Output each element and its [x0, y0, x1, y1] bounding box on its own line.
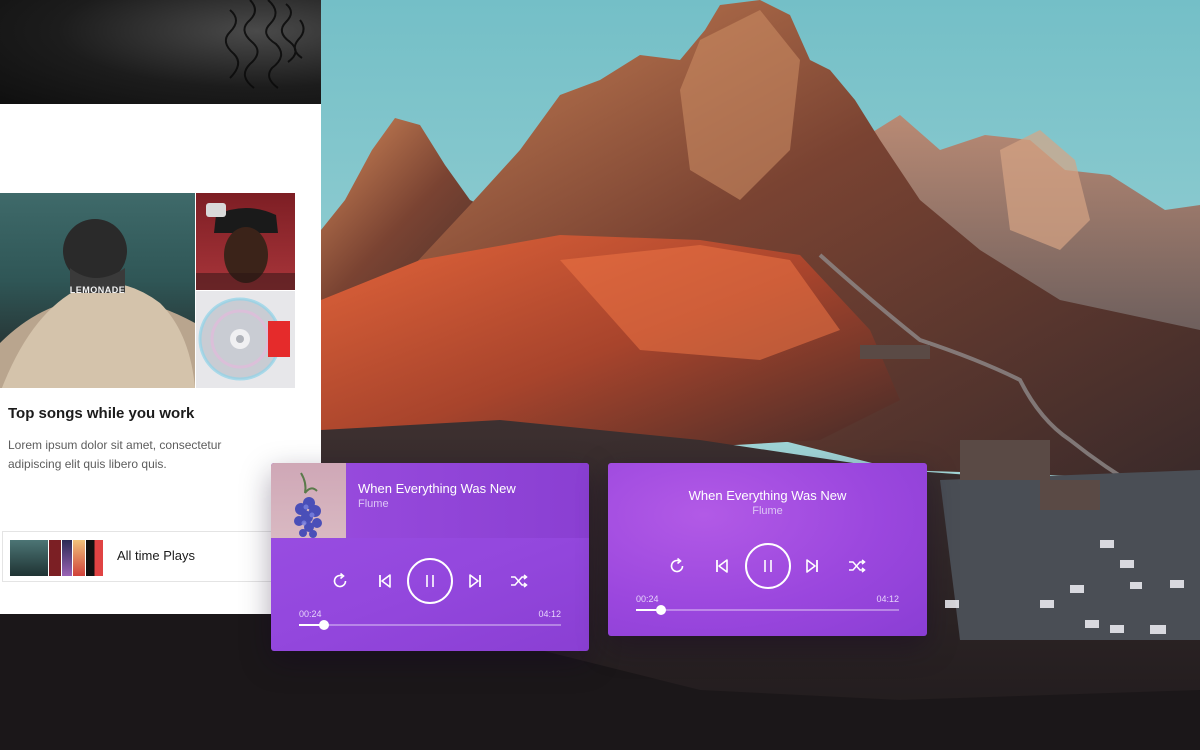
album-cover-yeezus[interactable] [196, 291, 295, 388]
progress-bar[interactable] [636, 605, 899, 615]
repeat-icon[interactable] [667, 556, 687, 576]
previous-icon[interactable] [712, 556, 732, 576]
progress-handle[interactable] [656, 605, 666, 615]
player-header: When Everything Was New Flume [271, 463, 589, 538]
song-title: When Everything Was New [358, 481, 516, 496]
pause-icon [764, 560, 772, 572]
thumb-jayz [49, 540, 61, 576]
shuffle-icon[interactable] [847, 556, 867, 576]
progress-handle[interactable] [319, 620, 329, 630]
pause-button[interactable] [407, 558, 453, 604]
total-duration: 04:12 [538, 609, 561, 619]
thumb-sunset-album [73, 540, 85, 576]
next-icon[interactable] [802, 556, 822, 576]
pause-button[interactable] [745, 543, 791, 589]
elapsed-time: 00:24 [636, 594, 659, 604]
cover-art [271, 463, 346, 538]
playback-controls [271, 558, 589, 604]
plays-thumbnails [10, 540, 103, 576]
music-player-with-cover: When Everything Was New Flume 00:24 04:1… [271, 463, 589, 651]
repeat-icon[interactable] [330, 571, 350, 591]
header-photo [0, 0, 321, 104]
artist-name: Flume [358, 498, 389, 510]
shuffle-icon[interactable] [509, 571, 529, 591]
thumb-red-album [86, 540, 103, 576]
album-cover-lemonade[interactable]: LEMONADE [0, 193, 195, 388]
album-cover-jayz[interactable] [196, 193, 295, 290]
album-title-lemonade: LEMONADE [69, 285, 126, 295]
pause-icon [426, 575, 434, 587]
progress-bar[interactable] [299, 620, 561, 630]
elapsed-time: 00:24 [299, 609, 322, 619]
music-player-compact: When Everything Was New Flume 00:24 04:1… [608, 463, 927, 636]
artist-name: Flume [752, 505, 783, 517]
playback-controls [608, 543, 927, 589]
next-icon[interactable] [465, 571, 485, 591]
playlist-description: Lorem ipsum dolor sit amet, consectetur … [8, 438, 222, 471]
album-collage: LEMONADE [0, 193, 295, 388]
playlist-title: Top songs while you work [8, 405, 195, 422]
all-time-plays-label: All time Plays [117, 548, 196, 563]
total-duration: 04:12 [876, 594, 899, 604]
thumb-lemonade [10, 540, 48, 576]
song-title: When Everything Was New [688, 488, 847, 503]
previous-icon[interactable] [375, 571, 395, 591]
thumb-purple-album [62, 540, 72, 576]
